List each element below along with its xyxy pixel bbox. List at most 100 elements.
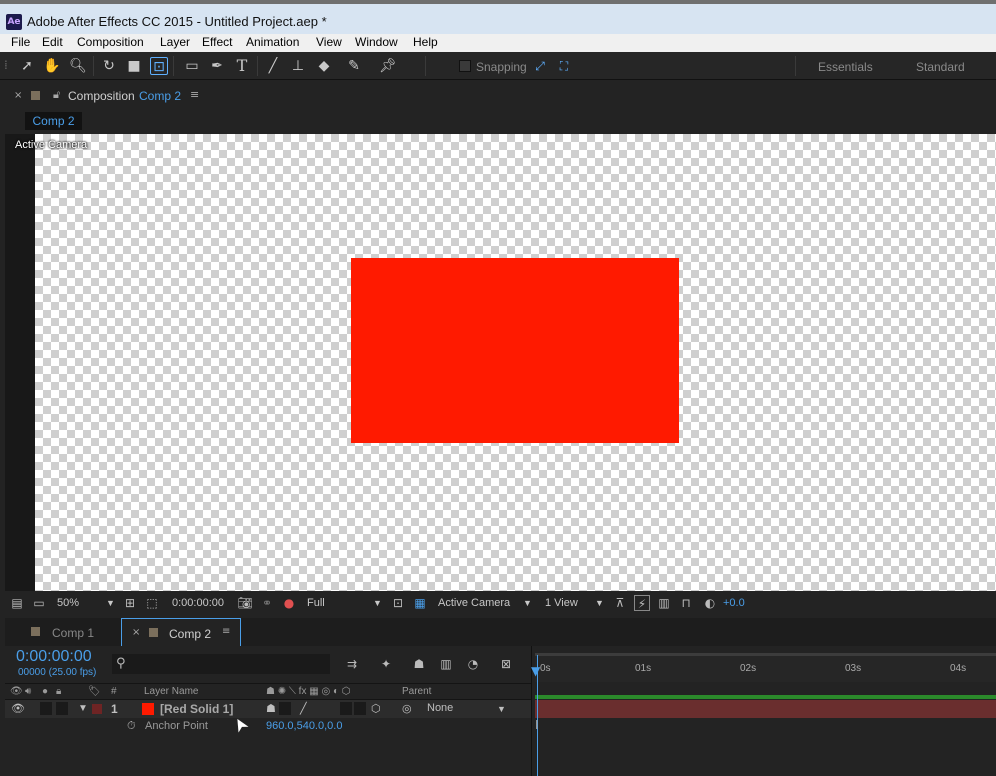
eraser-tool-icon[interactable]: ◆: [315, 57, 333, 75]
channels-icon[interactable]: ●: [281, 595, 297, 611]
fast-previews-icon[interactable]: ⚡: [634, 595, 650, 611]
lock-switch-icon[interactable]: 🔒︎: [56, 686, 61, 697]
view-layout[interactable]: 1 View: [545, 597, 578, 609]
roto-brush-tool-icon[interactable]: ✎: [345, 57, 363, 75]
playhead-handle-icon[interactable]: ▼: [531, 664, 543, 678]
pan-behind-tool-icon[interactable]: ⊡: [150, 57, 168, 75]
brush-tool-icon[interactable]: ╱: [264, 57, 282, 75]
snap-features-icon[interactable]: ⛶: [555, 57, 573, 75]
region-of-interest-icon[interactable]: ⊡: [390, 595, 406, 611]
clone-stamp-tool-icon[interactable]: ⊥: [289, 57, 307, 75]
monitor-icon[interactable]: ▭: [31, 595, 47, 611]
graph-editor-icon[interactable]: ⊠: [498, 656, 514, 672]
close-tab-icon[interactable]: ×: [132, 627, 140, 638]
red-solid-layer[interactable]: [351, 258, 679, 443]
collapse-toggle[interactable]: [279, 702, 291, 715]
chevron-down-icon[interactable]: ▼: [523, 598, 532, 608]
menu-effect[interactable]: Effect: [202, 35, 232, 49]
menu-edit[interactable]: Edit: [42, 35, 63, 49]
solo-toggle[interactable]: [56, 702, 68, 715]
viewer-timecode[interactable]: 0:00:00:00: [172, 597, 224, 609]
parent-dropdown[interactable]: None: [427, 702, 453, 714]
ruler-tick: 01s: [635, 663, 652, 674]
selection-tool-icon[interactable]: ➚: [18, 57, 36, 75]
exposure-value[interactable]: +0.0: [723, 597, 745, 609]
menu-animation[interactable]: Animation: [246, 35, 299, 49]
time-ruler[interactable]: [535, 656, 996, 682]
reset-exposure-icon[interactable]: ◐: [702, 595, 718, 611]
safe-margins-icon[interactable]: ⊞: [122, 595, 138, 611]
frame-blending-icon[interactable]: ▥: [438, 656, 454, 672]
resolution-value[interactable]: Full: [307, 597, 325, 609]
workspace-standard[interactable]: Standard: [916, 60, 965, 74]
menu-file[interactable]: File: [11, 35, 30, 49]
flowchart-icon[interactable]: ⊓: [678, 595, 694, 611]
layer-name[interactable]: [Red Solid 1]: [160, 702, 233, 716]
tab-comp-2[interactable]: × Comp 2 ≡: [121, 618, 241, 646]
quality-switch-icon[interactable]: ╱: [300, 702, 307, 715]
toggle-pixel-aspect-icon[interactable]: ⊼: [612, 595, 628, 611]
comp-navigator-tab[interactable]: Comp 2: [25, 112, 82, 130]
panel-menu-icon[interactable]: ≡: [190, 88, 199, 101]
stopwatch-icon[interactable]: ⏱︎: [127, 719, 136, 733]
camera-tool-icon[interactable]: ■: [125, 57, 143, 75]
property-value[interactable]: 960.0,540.0,0.0: [266, 720, 342, 732]
timeline-icon[interactable]: ▥: [656, 595, 672, 611]
chevron-down-icon[interactable]: ▼: [497, 704, 506, 714]
layer-row[interactable]: 👁︎ ▼ 1 [Red Solid 1] ☗ ╱ ⬡ ◎ None ▼: [5, 700, 531, 718]
audio-toggle[interactable]: [40, 702, 52, 715]
effect-toggle[interactable]: [340, 702, 352, 715]
motion-blur-icon[interactable]: ◔: [465, 656, 481, 672]
snap-edges-icon[interactable]: ⤢: [531, 57, 549, 75]
comp-mini-flowchart-icon[interactable]: ⇉: [344, 656, 360, 672]
shy-switch-icon[interactable]: ☗: [266, 702, 276, 715]
lock-icon[interactable]: 🔓︎: [53, 88, 60, 102]
active-camera-overlay: Active Camera: [15, 139, 88, 151]
menu-view[interactable]: View: [316, 35, 342, 49]
video-switch-icon[interactable]: 👁︎: [10, 686, 23, 697]
close-panel-icon[interactable]: ×: [14, 90, 22, 101]
3d-layer-switch-icon[interactable]: ⬡: [371, 702, 381, 715]
snapshot-icon[interactable]: 📷︎: [237, 595, 253, 611]
always-preview-icon[interactable]: ▤: [9, 595, 25, 611]
hand-tool-icon[interactable]: ✋: [43, 57, 61, 75]
rotation-tool-icon[interactable]: ↻: [100, 57, 118, 75]
show-snapshot-icon[interactable]: ⚭: [259, 595, 275, 611]
layer-search-input[interactable]: [112, 654, 330, 674]
zoom-level[interactable]: 50%: [57, 597, 79, 609]
menu-composition[interactable]: Composition: [77, 35, 144, 49]
layer-label-color[interactable]: [92, 704, 102, 714]
chevron-down-icon[interactable]: ▼: [595, 598, 604, 608]
shy-layers-icon[interactable]: ☗: [411, 656, 427, 672]
mask-visibility-icon[interactable]: ⬚: [144, 595, 160, 611]
pen-tool-icon[interactable]: ✒: [208, 57, 226, 75]
label-tag-icon[interactable]: 🏷︎: [88, 686, 101, 697]
tab-menu-icon[interactable]: ≡: [222, 626, 230, 637]
tab-comp-1[interactable]: Comp 1: [5, 618, 121, 646]
current-time-display[interactable]: 0:00:00:00: [16, 648, 92, 666]
camera-view[interactable]: Active Camera: [438, 597, 510, 609]
panel-comp-name[interactable]: Comp 2: [139, 89, 181, 103]
rectangle-tool-icon[interactable]: ▭: [183, 57, 201, 75]
puppet-pin-tool-icon[interactable]: 📌︎: [379, 57, 397, 75]
transparency-grid-icon[interactable]: ▦: [412, 595, 428, 611]
chevron-down-icon[interactable]: ▼: [373, 598, 382, 608]
menu-window[interactable]: Window: [355, 35, 398, 49]
adjustment-toggle[interactable]: [354, 702, 366, 715]
snapping-checkbox[interactable]: [459, 60, 471, 72]
menu-help[interactable]: Help: [413, 35, 438, 49]
layer-duration-bar[interactable]: [535, 700, 996, 718]
solo-switch-icon[interactable]: ●: [42, 686, 48, 697]
pick-whip-icon[interactable]: ◎: [402, 702, 412, 715]
ruler-tick: 04s: [950, 663, 967, 674]
expand-triangle-icon[interactable]: ▼: [78, 703, 88, 714]
type-tool-icon[interactable]: T: [233, 57, 251, 75]
chevron-down-icon[interactable]: ▼: [106, 598, 115, 608]
zoom-tool-icon[interactable]: 🔍︎: [69, 57, 87, 75]
layer-visibility-icon[interactable]: 👁︎: [11, 702, 25, 715]
column-layer-name[interactable]: Layer Name: [144, 686, 198, 697]
audio-switch-icon[interactable]: 🔊︎: [25, 686, 31, 697]
workspace-essentials[interactable]: Essentials: [818, 60, 873, 74]
draft-3d-icon[interactable]: ✦: [378, 656, 394, 672]
menu-layer[interactable]: Layer: [160, 35, 190, 49]
